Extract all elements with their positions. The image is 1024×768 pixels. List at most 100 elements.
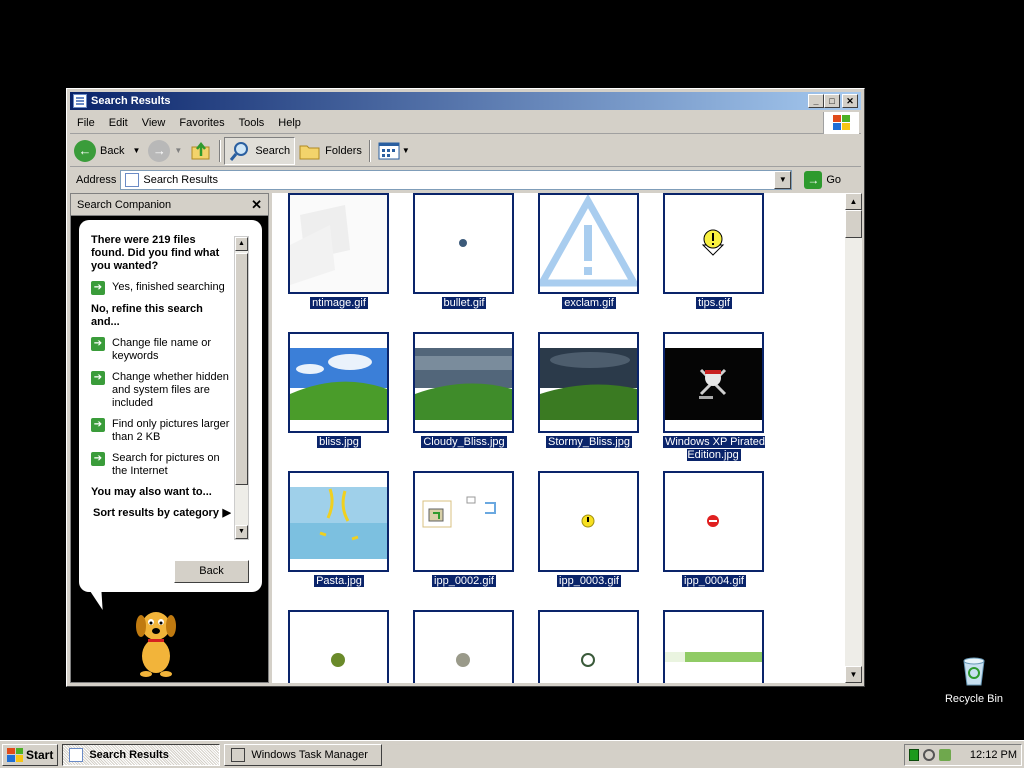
file-thumbnail[interactable]: Pasta.jpg (284, 471, 394, 605)
file-name-text: bliss.jpg (317, 436, 361, 448)
file-name-text: tips.gif (696, 297, 732, 309)
go-button[interactable]: → Go (804, 171, 841, 189)
maximize-button[interactable]: □ (824, 94, 840, 108)
option-change-file-name[interactable]: ➔ Change file name or keywords (91, 337, 231, 363)
folders-label: Folders (325, 144, 362, 157)
file-thumbnail[interactable]: ipp_0002.gif (409, 471, 519, 605)
thumbnail-image (288, 471, 389, 572)
search-button[interactable]: Search (224, 136, 296, 165)
option-search-internet[interactable]: ➔ Search for pictures on the Internet (91, 452, 231, 478)
file-thumbnail[interactable]: bliss.jpg (284, 332, 394, 466)
file-thumbnail[interactable] (534, 610, 644, 683)
thumbnail-image (538, 610, 639, 683)
file-view: ntimage.gif bullet.gif exclam.gif tips.gif b… (272, 193, 845, 683)
menu-edit[interactable]: Edit (102, 117, 135, 129)
forward-dropdown-icon[interactable]: ▼ (174, 146, 182, 155)
file-thumbnail[interactable] (409, 610, 519, 683)
option-change-hidden[interactable]: ➔ Change whether hidden and system files… (91, 371, 231, 410)
thumbnail-image (538, 193, 639, 294)
green-arrow-icon: ➔ (91, 281, 105, 295)
file-name-text: ntimage.gif (309, 296, 369, 310)
menu-file[interactable]: File (70, 117, 102, 129)
start-button[interactable]: Start (2, 743, 59, 766)
scroll-down-icon[interactable]: ▼ (845, 666, 862, 683)
address-dropdown-button[interactable]: ▼ (774, 171, 792, 189)
balloon-scrollbar[interactable]: ▲ ▼ (234, 236, 249, 540)
file-thumbnail[interactable]: tips.gif (659, 193, 769, 327)
close-button[interactable]: ✕ (842, 94, 858, 108)
up-folder-button[interactable] (186, 137, 216, 165)
views-dropdown-icon: ▼ (401, 146, 410, 155)
green-arrow-icon: ➔ (91, 371, 105, 385)
menu-view[interactable]: View (135, 117, 173, 129)
file-thumbnail[interactable]: bullet.gif (409, 193, 519, 327)
file-name-label: tips.gif (659, 297, 769, 310)
folders-button[interactable]: Folders (295, 137, 366, 165)
menu-favorites[interactable]: Favorites (172, 117, 231, 129)
file-thumbnail[interactable]: ipp_0003.gif (534, 471, 644, 605)
file-name-label: ipp_0002.gif (409, 575, 519, 588)
option-yes-finished[interactable]: ➔ Yes, finished searching (91, 281, 231, 295)
search-label: Search (255, 144, 291, 157)
go-label: Go (826, 174, 842, 186)
title-bar[interactable]: Search Results _ □ ✕ (70, 92, 861, 110)
file-thumbnail[interactable]: ntimage.gif (284, 193, 394, 327)
views-icon (378, 142, 400, 159)
file-thumbnail[interactable]: Windows XP Pirated Edition.jpg (659, 332, 769, 466)
window-title: Search Results (91, 95, 171, 107)
network-icon[interactable] (939, 749, 951, 761)
scroll-up-icon[interactable]: ▲ (235, 237, 248, 251)
address-bar: Address Search Results ▼ → Go (70, 169, 861, 191)
file-name-label: ipp_0004.gif (659, 575, 769, 588)
search-companion-header: Search Companion ✕ (71, 194, 268, 216)
thumbnail-image (663, 471, 764, 572)
menu-tools[interactable]: Tools (232, 117, 272, 129)
file-thumbnail[interactable]: Stormy_Bliss.jpg (534, 332, 644, 466)
views-button[interactable]: ▼ (374, 137, 414, 165)
scroll-thumb[interactable] (235, 253, 248, 485)
file-thumbnail[interactable]: exclam.gif (534, 193, 644, 327)
file-view-scrollbar[interactable]: ▲ ▼ (845, 193, 862, 683)
scroll-up-icon[interactable]: ▲ (845, 193, 862, 210)
address-input[interactable]: Search Results ▼ (120, 170, 793, 190)
file-name-text: ipp_0003.gif (557, 575, 621, 587)
close-pane-icon[interactable]: ✕ (251, 197, 262, 213)
file-thumbnail[interactable]: ipp_0004.gif (659, 471, 769, 605)
option-larger-pictures[interactable]: ➔ Find only pictures larger than 2 KB (91, 418, 231, 444)
sort-results-link[interactable]: Sort results by category ▶ (91, 507, 231, 520)
search-results-window-icon (73, 94, 87, 108)
folders-icon (299, 145, 320, 159)
file-thumbnail[interactable] (284, 610, 394, 683)
forward-button[interactable]: → ▼ (144, 137, 186, 165)
taskbar-task-manager[interactable]: Windows Task Manager (224, 743, 383, 766)
search-results-window: Search Results _ □ ✕ File Edit View Favo… (66, 88, 865, 687)
task-manager-tray-icon[interactable] (909, 749, 919, 761)
rover-dog-icon[interactable] (126, 604, 186, 679)
scroll-thumb[interactable] (845, 210, 862, 238)
clock[interactable]: 12:12 PM (970, 749, 1017, 761)
scroll-down-icon[interactable]: ▼ (235, 525, 248, 539)
file-name-label: Stormy_Bliss.jpg (534, 436, 644, 449)
thumbnail-image (663, 610, 764, 683)
file-thumbnail[interactable] (659, 610, 769, 683)
also-heading: You may also want to... (91, 486, 212, 498)
thumbnail-image (663, 193, 764, 294)
file-thumbnail[interactable]: Cloudy_Bliss.jpg (409, 332, 519, 466)
option-label: Change file name or keywords (112, 337, 212, 362)
thumbnail-image (413, 193, 514, 294)
thumbnail-image (413, 610, 514, 683)
recycle-bin[interactable]: Recycle Bin (944, 655, 1004, 705)
volume-icon[interactable] (923, 749, 935, 761)
back-button[interactable]: ← Back ▼ (70, 137, 144, 165)
results-found-text: There were 219 files found. Did you find… (91, 234, 220, 272)
windows-logo-icon (823, 112, 859, 134)
taskbar-search-results[interactable]: Search Results (62, 743, 221, 766)
thumbnail-image (288, 610, 389, 683)
companion-back-button[interactable]: Back (174, 560, 249, 583)
minimize-button[interactable]: _ (808, 94, 824, 108)
menu-help[interactable]: Help (271, 117, 308, 129)
back-dropdown-icon[interactable]: ▼ (132, 146, 140, 155)
task-manager-icon (231, 747, 246, 762)
thumbnail-image (288, 193, 389, 294)
search-companion-pane: Search Companion ✕ There were 219 files … (70, 193, 269, 683)
